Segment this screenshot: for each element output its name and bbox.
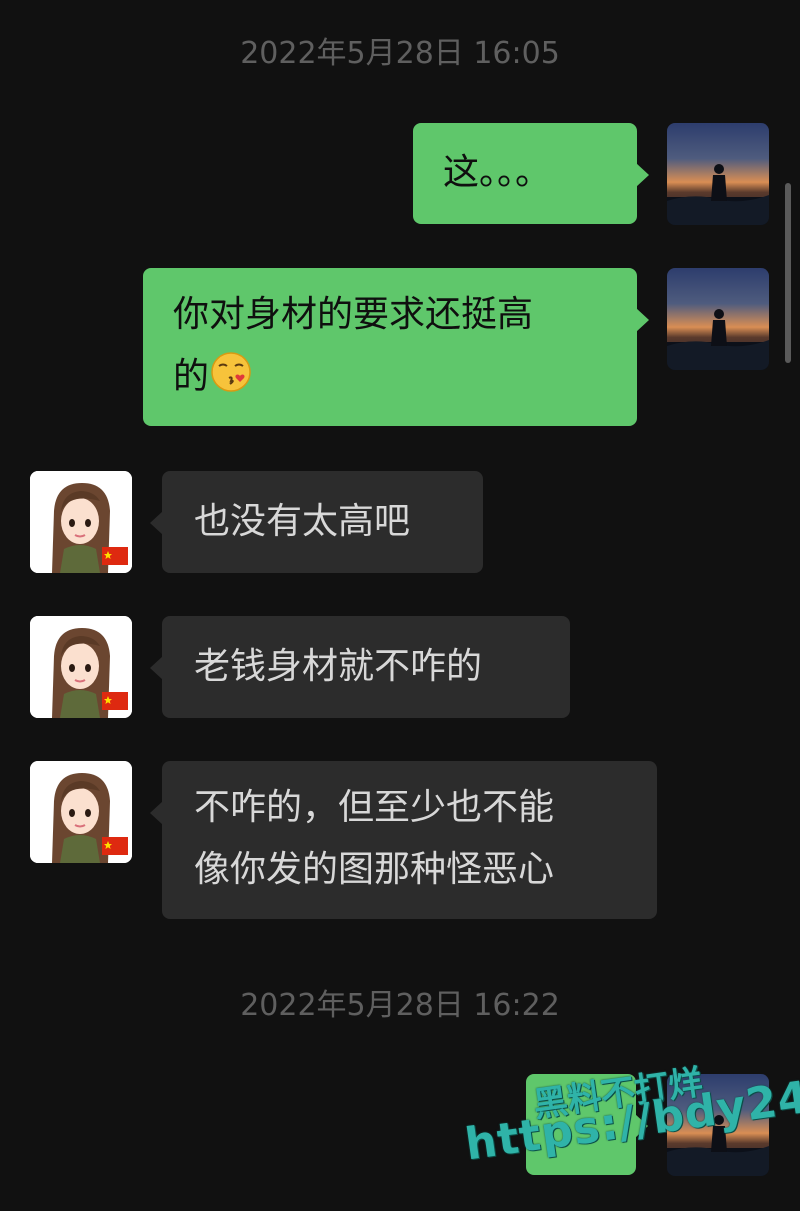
- message-text: 老钱身材就不咋的: [194, 646, 483, 687]
- cartoon-girl-icon: [30, 616, 132, 718]
- message-bubble-outgoing[interactable]: 这。。。: [413, 123, 649, 224]
- message-text-line: 的: [173, 346, 637, 408]
- message-bubble-incoming[interactable]: 也没有太高吧: [150, 471, 483, 573]
- sunset-silhouette-icon: [667, 309, 769, 370]
- message-text: 这。。。: [443, 152, 552, 193]
- face-blowing-kiss-emoji-icon: [211, 352, 251, 392]
- contact-avatar[interactable]: [30, 471, 132, 573]
- message-text: 的: [173, 356, 210, 397]
- timestamp: 2022年5月28日 16:22: [240, 988, 560, 1023]
- message-text-line: 你对身材的要求还挺高: [173, 294, 534, 335]
- self-avatar[interactable]: [667, 123, 769, 225]
- timestamp: 2022年5月28日 16:05: [240, 36, 560, 71]
- message-text-line: 像你发的图那种怪恶心: [194, 849, 555, 890]
- self-avatar[interactable]: [667, 268, 769, 370]
- cartoon-girl-icon: [30, 761, 132, 863]
- message-bubble-incoming[interactable]: 不咋的，但至少也不能 像你发的图那种怪恶心: [150, 761, 657, 919]
- cartoon-girl-icon: [30, 471, 132, 573]
- sunset-silhouette-icon: [667, 164, 769, 225]
- contact-avatar[interactable]: [30, 616, 132, 718]
- message-bubble-outgoing[interactable]: 你对身材的要求还挺高 的: [143, 268, 649, 426]
- message-text-line: 不咋的，但至少也不能: [194, 787, 555, 828]
- message-text: 也没有太高吧: [194, 501, 411, 542]
- message-bubble-incoming[interactable]: 老钱身材就不咋的: [150, 616, 570, 718]
- scrollbar[interactable]: [785, 183, 791, 363]
- contact-avatar[interactable]: [30, 761, 132, 863]
